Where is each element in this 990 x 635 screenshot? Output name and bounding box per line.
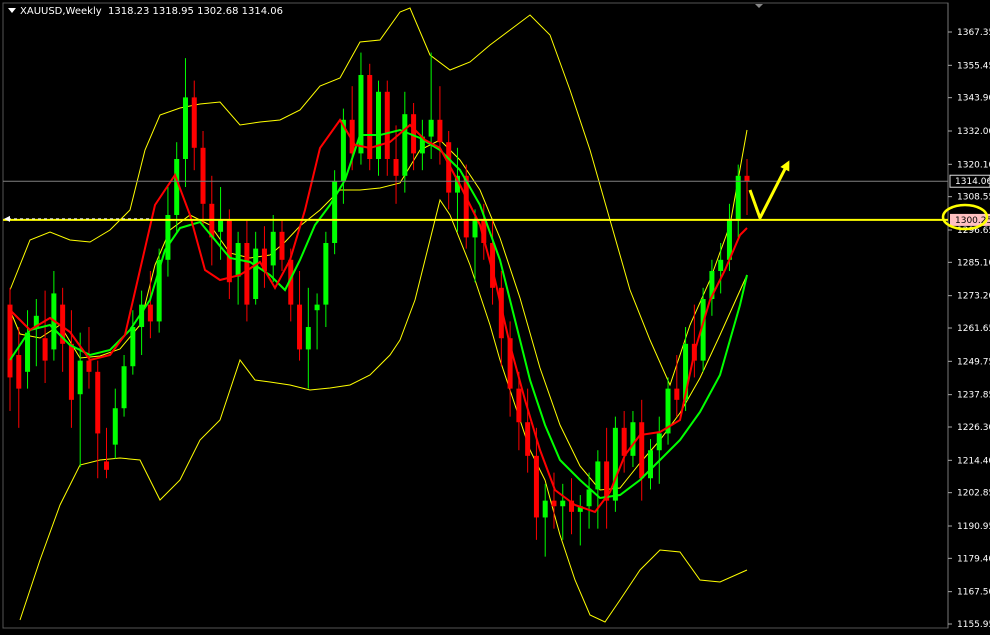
candle-body <box>437 119 443 143</box>
price-tick-label: 1285.10 <box>957 258 990 268</box>
candle-body <box>735 175 741 221</box>
price-tick-label: 1367.35 <box>957 28 990 38</box>
price-tick-label: 1190.95 <box>957 522 990 532</box>
candle-body <box>367 74 373 159</box>
candle-body <box>402 114 408 176</box>
candle-body <box>95 371 101 434</box>
candle-body <box>323 243 329 305</box>
candle-body <box>165 215 171 260</box>
candle-body <box>226 220 232 283</box>
price-tick-label: 1214.40 <box>957 456 990 466</box>
candle-body <box>112 408 118 445</box>
candle-body <box>147 304 153 322</box>
candle-body <box>472 220 478 238</box>
candle-body <box>121 366 127 409</box>
candle-body <box>639 422 645 479</box>
candle-body <box>358 74 364 154</box>
current-price-label: 1314.06 <box>955 177 990 187</box>
price-tick-label: 1202.85 <box>957 489 990 499</box>
candle-body <box>104 461 110 470</box>
candle-body <box>525 422 531 456</box>
price-chart[interactable]: 1367.35 1355.45 1343.90 1332.00 1320.10 1308.… <box>0 0 990 631</box>
candle-body <box>77 360 83 395</box>
candle-body <box>305 327 311 350</box>
candle-body <box>595 461 601 490</box>
candle-body <box>428 119 434 137</box>
price-tick-label: 1320.10 <box>957 160 990 170</box>
candle-body <box>551 500 557 507</box>
candle-body <box>42 338 48 361</box>
candle-body <box>630 422 636 456</box>
candle-body <box>270 231 276 266</box>
candle-body <box>384 91 390 159</box>
chart-header: XAUUSD,Weekly 1318.23 1318.95 1302.68 13… <box>8 6 283 17</box>
candle-body <box>191 97 197 148</box>
price-tick-label: 1249.75 <box>957 357 990 367</box>
candle-body <box>647 450 653 479</box>
price-tick-label: 1167.50 <box>957 588 990 598</box>
candle-body <box>253 248 259 300</box>
candle-body <box>376 91 381 159</box>
dropdown-triangle-icon[interactable] <box>8 8 16 13</box>
candle-body <box>25 332 31 372</box>
candle-body <box>7 304 13 378</box>
price-tick-label: 1343.90 <box>957 94 990 104</box>
price-tick-label: 1226.30 <box>957 423 990 433</box>
candle-body <box>279 231 285 260</box>
candle-body <box>130 327 136 367</box>
candle-body <box>244 243 250 305</box>
price-tick-label: 1155.95 <box>957 620 990 630</box>
candle-body <box>314 304 320 311</box>
chart-canvas[interactable]: 1367.35 1355.45 1343.90 1332.00 1320.10 1308.… <box>0 0 990 631</box>
price-tick-label: 1273.20 <box>957 292 990 302</box>
candle-body <box>182 97 188 159</box>
candle-body <box>718 259 724 272</box>
candle-body <box>586 489 592 507</box>
candle-body <box>656 433 662 451</box>
price-tick-label: 1179.40 <box>957 554 990 564</box>
candle-body <box>621 427 627 456</box>
candle-body <box>533 455 539 518</box>
price-tick-label: 1237.85 <box>957 391 990 401</box>
candle-body <box>297 304 303 350</box>
candle-body <box>332 181 338 244</box>
candle-body <box>744 175 750 182</box>
candle-body <box>86 360 92 372</box>
price-tick-label: 1332.00 <box>957 127 990 137</box>
price-tick-label: 1355.45 <box>957 61 990 71</box>
candle-body <box>68 343 74 400</box>
candle-body <box>16 355 22 389</box>
candle-body <box>516 388 522 423</box>
candle-body <box>218 220 224 232</box>
candle-body <box>200 147 206 204</box>
candle-body <box>612 427 618 501</box>
candle-body <box>542 500 548 518</box>
candle-body <box>560 500 566 507</box>
symbol-timeframe: XAUUSD,Weekly <box>20 6 102 17</box>
candle-body <box>393 158 399 176</box>
candle-body <box>674 388 680 400</box>
ohlc-readout: 1318.23 1318.95 1302.68 1314.06 <box>108 6 283 17</box>
price-tick-label: 1308.55 <box>957 193 990 203</box>
price-tick-label: 1261.65 <box>957 324 990 334</box>
